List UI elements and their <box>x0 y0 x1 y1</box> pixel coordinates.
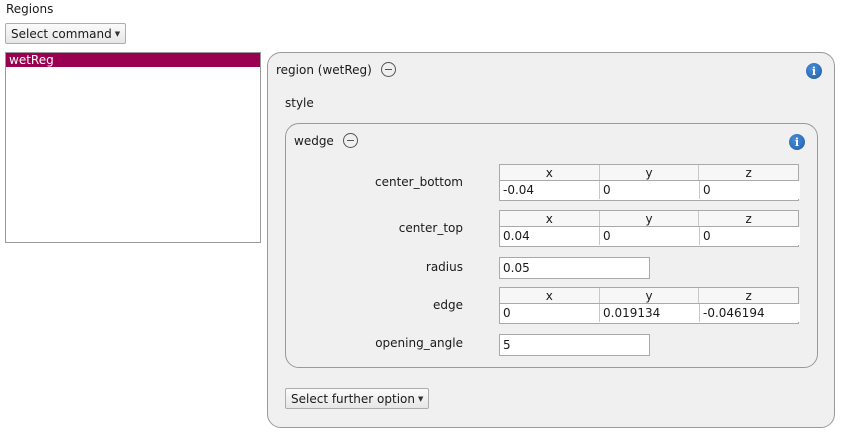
center-top-z-input[interactable] <box>700 227 800 245</box>
center-top-y-input[interactable] <box>600 227 700 245</box>
x-header: x <box>500 165 600 180</box>
x-header: x <box>500 288 600 303</box>
z-header: z <box>745 212 752 226</box>
radius-label: radius <box>425 260 463 274</box>
region-panel-title: region (wetReg) <box>276 62 372 77</box>
region-list-item-wetreg[interactable]: wetReg <box>6 53 260 67</box>
center-bottom-vector: x y z <box>499 164 800 201</box>
opening-angle-label: opening_angle <box>375 336 463 350</box>
center-bottom-label: center_bottom <box>374 175 463 189</box>
edge-x-input[interactable] <box>500 304 600 322</box>
center-top-label: center_top <box>398 221 463 235</box>
radius-input[interactable] <box>499 257 650 279</box>
region-list[interactable]: wetReg <box>5 52 261 243</box>
y-header: y <box>600 165 700 180</box>
opening-angle-input[interactable] <box>499 334 650 356</box>
region-collapse-button[interactable] <box>380 62 396 77</box>
x-header: x <box>500 211 600 226</box>
wedge-collapse-button[interactable] <box>342 133 358 148</box>
edge-z-input[interactable] <box>700 304 800 322</box>
wedge-panel-title: wedge <box>294 133 334 148</box>
region-panel-header: region (wetReg) <box>276 62 396 77</box>
select-command-dropdown[interactable]: Select command ▼ <box>5 23 126 44</box>
center-bottom-z-input[interactable] <box>700 181 800 199</box>
wedge-info-icon[interactable]: i <box>789 134 805 150</box>
y-header: y <box>600 288 700 303</box>
minus-circle-icon <box>346 139 354 142</box>
regions-label: Regions <box>6 2 54 16</box>
region-info-icon[interactable]: i <box>806 63 822 79</box>
select-further-option-dropdown[interactable]: Select further option ▼ <box>285 388 429 409</box>
center-bottom-x-input[interactable] <box>500 181 600 199</box>
center-top-x-input[interactable] <box>500 227 600 245</box>
wedge-panel-header: wedge <box>294 133 358 148</box>
select-command-label: Select command <box>11 26 112 41</box>
center-top-vector: x y z <box>499 210 800 247</box>
center-bottom-y-input[interactable] <box>600 181 700 199</box>
dropdown-arrow-icon: ▼ <box>417 394 424 403</box>
z-header: z <box>745 289 752 303</box>
z-header: z <box>745 166 752 180</box>
y-header: y <box>600 211 700 226</box>
dropdown-arrow-icon: ▼ <box>114 29 121 38</box>
minus-circle-icon <box>384 68 392 71</box>
edge-vector: x y z <box>499 287 800 324</box>
style-label: style <box>285 96 314 110</box>
edge-y-input[interactable] <box>600 304 700 322</box>
select-further-option-label: Select further option <box>291 391 415 406</box>
edge-label: edge <box>433 298 463 312</box>
